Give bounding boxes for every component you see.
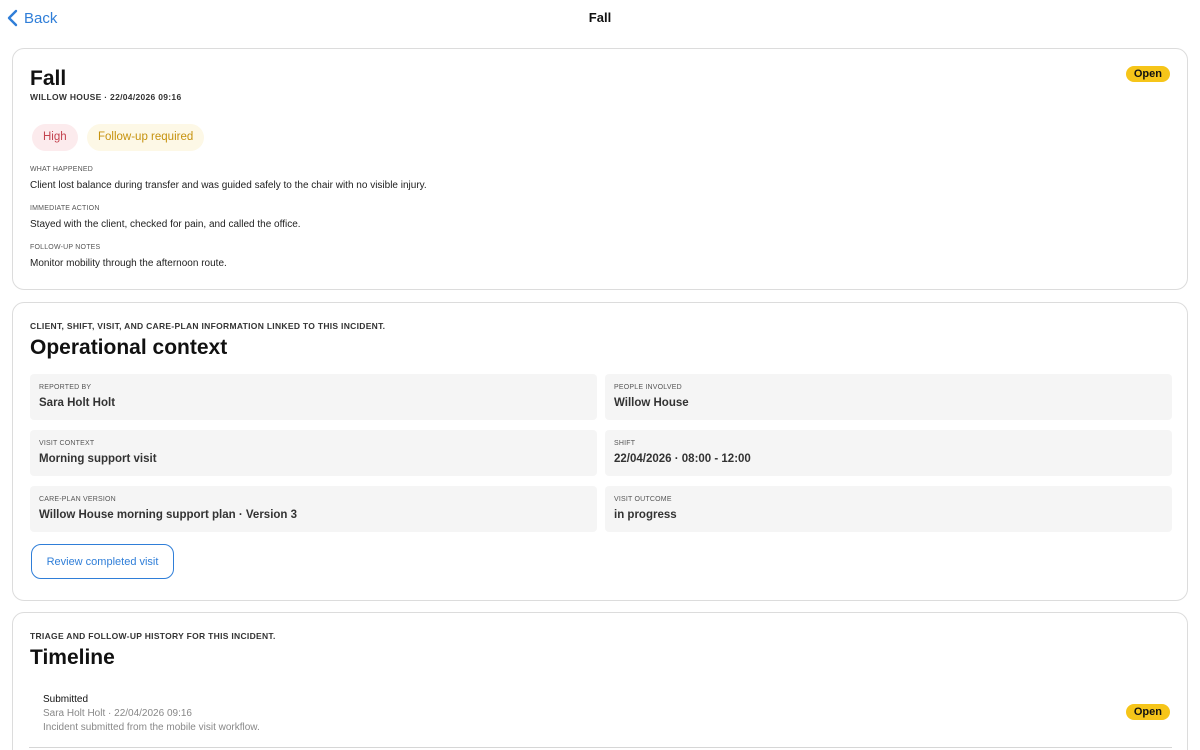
status-badge: Open: [1125, 66, 1170, 82]
timeline-entry-title: Submitted: [43, 694, 89, 705]
reported-by-value: Sara Holt Holt: [39, 397, 116, 409]
follow-up-chip: Follow-up required: [87, 124, 205, 151]
timeline-title: Timeline: [30, 646, 115, 669]
operational-context-card: CLIENT, SHIFT, VISIT, AND CARE-PLAN INFO…: [12, 302, 1188, 601]
visit-outcome-cell: VISIT OUTCOME in progress: [605, 486, 1172, 532]
top-nav-bar: Back Fall: [0, 0, 1200, 38]
care-plan-version-value: Willow House morning support plan · Vers…: [39, 509, 298, 521]
reported-by-label: REPORTED BY: [39, 384, 92, 391]
visit-outcome-value: in progress: [614, 509, 677, 521]
follow-up-notes-text: Monitor mobility through the afternoon r…: [30, 258, 227, 269]
shift-value: 22/04/2026 · 08:00 - 12:00: [614, 453, 751, 465]
nav-title: Fall: [588, 10, 612, 25]
visit-context-value: Morning support visit: [39, 453, 157, 465]
timeline-card: TRIAGE AND FOLLOW-UP HISTORY FOR THIS IN…: [12, 612, 1188, 750]
visit-context-label: VISIT CONTEXT: [39, 440, 95, 447]
incident-title: Fall: [30, 67, 67, 90]
visit-outcome-label: VISIT OUTCOME: [614, 496, 672, 503]
incident-meta: WILLOW HOUSE · 22/04/2026 09:16: [30, 92, 182, 102]
incident-summary-card: Fall WILLOW HOUSE · 22/04/2026 09:16 Ope…: [12, 48, 1188, 290]
shift-label: SHIFT: [614, 440, 636, 447]
reported-by-cell: REPORTED BY Sara Holt Holt: [30, 374, 597, 420]
immediate-action-text: Stayed with the client, checked for pain…: [30, 219, 301, 230]
timeline-entry-note: Incident submitted from the mobile visit…: [43, 722, 260, 733]
review-completed-visit-button[interactable]: Review completed visit: [31, 544, 174, 579]
what-happened-text: Client lost balance during transfer and …: [30, 180, 427, 191]
timeline-entry-meta: Sara Holt Holt · 22/04/2026 09:16: [43, 708, 192, 719]
what-happened-label: WHAT HAPPENED: [30, 166, 94, 173]
severity-chip: High: [32, 124, 78, 151]
visit-context-cell: VISIT CONTEXT Morning support visit: [30, 430, 597, 476]
context-title: Operational context: [30, 336, 228, 359]
shift-cell: SHIFT 22/04/2026 · 08:00 - 12:00: [605, 430, 1172, 476]
context-subtitle: CLIENT, SHIFT, VISIT, AND CARE-PLAN INFO…: [30, 321, 386, 331]
follow-up-notes-label: FOLLOW-UP NOTES: [30, 244, 101, 251]
people-involved-label: PEOPLE INVOLVED: [614, 384, 682, 391]
care-plan-version-cell: CARE-PLAN VERSION Willow House morning s…: [30, 486, 597, 532]
care-plan-version-label: CARE-PLAN VERSION: [39, 496, 116, 503]
timeline-subtitle: TRIAGE AND FOLLOW-UP HISTORY FOR THIS IN…: [30, 631, 276, 641]
people-involved-value: Willow House: [614, 397, 689, 409]
timeline-status-badge: Open: [1125, 704, 1170, 720]
immediate-action-label: IMMEDIATE ACTION: [30, 205, 100, 212]
timeline-entry: Submitted Sara Holt Holt · 22/04/2026 09…: [29, 688, 1172, 748]
people-involved-cell: PEOPLE INVOLVED Willow House: [605, 374, 1172, 420]
